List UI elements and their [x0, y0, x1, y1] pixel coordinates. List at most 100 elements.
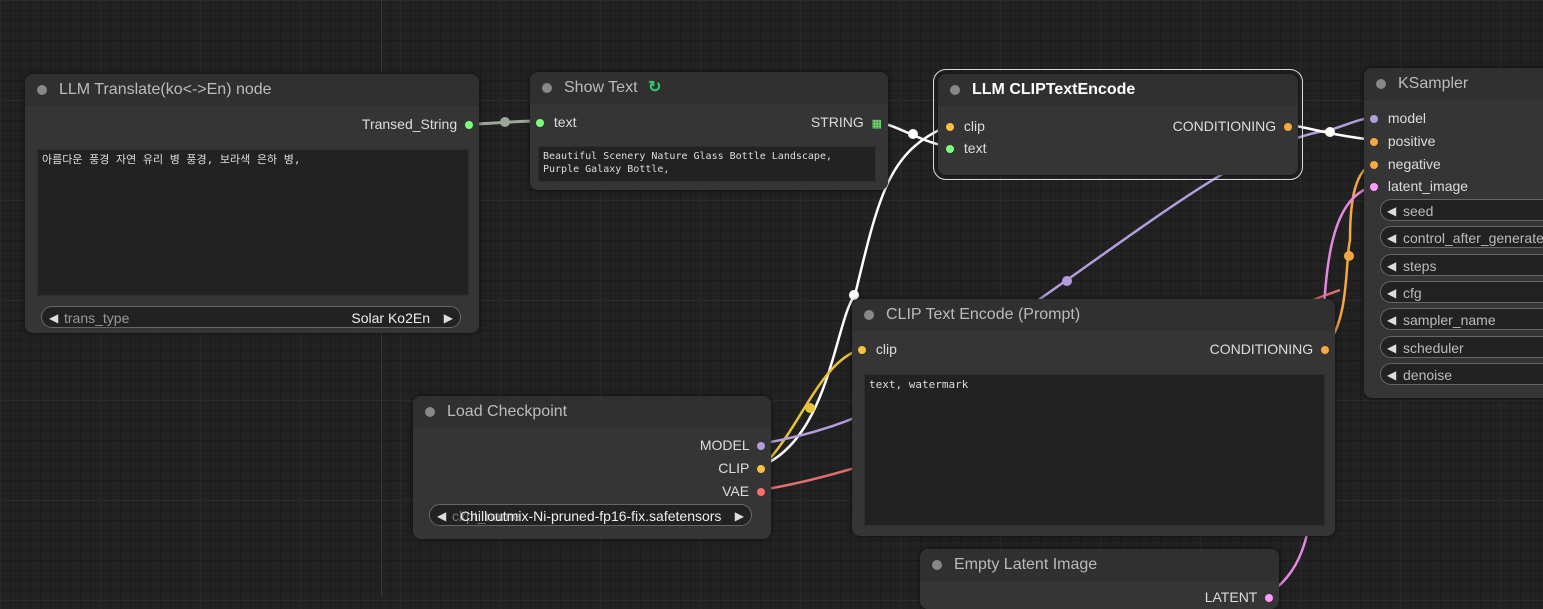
combo-value: Chilloutmix-Ni-pruned-fp16-fix.safetenso…	[460, 508, 722, 524]
llm-cliptextencode-node[interactable]: LLM CLIPTextEncode clip text CONDITIONIN…	[933, 69, 1303, 180]
node-title-bar[interactable]: Empty Latent Image	[920, 549, 1279, 581]
widget-label: seed	[1403, 203, 1434, 219]
trans-type-combo[interactable]: ◀ trans_type Solar Ko2En ▶	[41, 306, 461, 328]
output-slot-vae[interactable]: VAE	[722, 483, 765, 499]
input-slot-negative[interactable]: negative	[1370, 156, 1441, 172]
clip-text-encode-prompt-node[interactable]: CLIP Text Encode (Prompt) clip CONDITION…	[852, 299, 1335, 536]
text-input-area[interactable]: 아름다운 풍경 자연 유리 병 풍경, 보라색 은하 병,	[37, 149, 469, 296]
slot-dot-icon[interactable]	[757, 465, 765, 474]
input-slot-model[interactable]: model	[1370, 110, 1426, 126]
widget-denoise[interactable]: ◀ denoise	[1380, 363, 1543, 385]
input-slot-text[interactable]: text	[946, 140, 986, 156]
slot-dot-icon[interactable]	[1370, 138, 1378, 147]
slot-dot-icon[interactable]	[465, 121, 473, 130]
collapse-dot-icon[interactable]	[37, 85, 47, 95]
wire-midpoint	[500, 117, 510, 127]
widget-seed[interactable]: ◀ seed	[1380, 199, 1543, 221]
left-arrow-icon[interactable]: ◀	[1387, 282, 1396, 304]
collapse-dot-icon[interactable]	[950, 85, 960, 95]
combo-right-arrow-icon[interactable]: ▶	[444, 307, 453, 329]
slot-label: STRING	[810, 114, 864, 130]
slot-label: negative	[1387, 156, 1441, 172]
slot-dot-icon[interactable]	[1370, 115, 1378, 124]
input-slot-latent-image[interactable]: latent_image	[1370, 178, 1468, 194]
combo-right-arrow-icon[interactable]: ▶	[735, 505, 744, 527]
combo-left-arrow-icon[interactable]: ◀	[49, 307, 58, 329]
node-title: Load Checkpoint	[447, 403, 568, 420]
slot-dot-icon[interactable]	[1370, 161, 1378, 170]
left-arrow-icon[interactable]: ◀	[1387, 337, 1396, 359]
slot-dot-icon[interactable]	[536, 119, 544, 128]
slot-dot-icon[interactable]	[1265, 594, 1273, 603]
output-slot-model[interactable]: MODEL	[700, 437, 765, 453]
node-title-bar[interactable]: LLM CLIPTextEncode	[938, 74, 1298, 106]
slot-label: clip	[875, 341, 897, 357]
ksampler-node[interactable]: KSampler model positive negative latent_…	[1364, 68, 1543, 398]
widget-label: denoise	[1403, 367, 1453, 383]
wire-midpoint	[1062, 276, 1072, 286]
output-slot-string[interactable]: STRING ▦	[811, 114, 882, 130]
grid-icon[interactable]: ▦	[872, 118, 882, 130]
node-title-bar[interactable]: Show Text ↻	[530, 72, 888, 104]
left-arrow-icon[interactable]: ◀	[1387, 255, 1396, 277]
slot-label: CONDITIONING	[1172, 118, 1277, 134]
link-icon: ↻	[647, 79, 662, 96]
node-title-bar[interactable]: CLIP Text Encode (Prompt)	[852, 299, 1335, 331]
widget-control-after-generate[interactable]: ◀ control_after_generate	[1380, 226, 1543, 248]
prompt-text-area[interactable]: text, watermark	[864, 374, 1325, 526]
output-slot-clip[interactable]: CLIP	[718, 460, 765, 476]
wire-conditioning-positive	[1285, 122, 1375, 142]
node-title-bar[interactable]: KSampler	[1364, 68, 1543, 100]
output-slot-conditioning[interactable]: CONDITIONING	[1173, 118, 1292, 134]
slot-label: VAE	[722, 483, 750, 499]
slot-label: latent_image	[1387, 178, 1469, 194]
output-slot-latent[interactable]: LATENT	[1205, 589, 1273, 605]
input-slot-positive[interactable]: positive	[1370, 133, 1435, 149]
slot-dot-icon[interactable]	[1284, 123, 1292, 132]
widget-label: cfg	[1403, 285, 1422, 301]
wire-clip-yellow	[761, 347, 863, 468]
slot-dot-icon[interactable]	[1321, 346, 1329, 355]
collapse-dot-icon[interactable]	[542, 83, 552, 93]
widget-sampler-name[interactable]: ◀ sampler_name	[1380, 308, 1543, 330]
widget-scheduler[interactable]: ◀ scheduler	[1380, 336, 1543, 358]
slot-dot-icon[interactable]	[757, 488, 765, 497]
node-title-bar[interactable]: LLM Translate(ko<->En) node	[25, 74, 479, 106]
output-slot-transed-string[interactable]: Transed_String	[362, 116, 473, 132]
widget-steps[interactable]: ◀ steps	[1380, 254, 1543, 276]
left-arrow-icon[interactable]: ◀	[1387, 364, 1396, 386]
left-arrow-icon[interactable]: ◀	[1387, 227, 1396, 249]
output-slot-conditioning[interactable]: CONDITIONING	[1210, 341, 1329, 357]
ckpt-name-combo[interactable]: ◀ ckpt_name Chilloutmix-Ni-pruned-fp16-f…	[429, 504, 752, 526]
slot-label: positive	[1387, 133, 1436, 149]
slot-label: clip	[963, 118, 985, 134]
show-text-node[interactable]: Show Text ↻ text STRING ▦ Beautiful Scen…	[530, 72, 888, 190]
slot-dot-icon[interactable]	[946, 123, 954, 132]
slot-dot-icon[interactable]	[1370, 183, 1378, 192]
node-title: Show Text	[564, 79, 638, 96]
node-title: LLM Translate(ko<->En) node	[59, 81, 272, 98]
empty-latent-image-node[interactable]: Empty Latent Image LATENT	[920, 549, 1279, 609]
slot-dot-icon[interactable]	[946, 145, 954, 154]
combo-left-arrow-icon[interactable]: ◀	[437, 505, 446, 527]
left-arrow-icon[interactable]: ◀	[1387, 200, 1396, 222]
input-slot-text[interactable]: text	[536, 114, 576, 130]
slot-label: LATENT	[1204, 589, 1258, 605]
node-title: Empty Latent Image	[954, 556, 1098, 573]
input-slot-clip[interactable]: clip	[946, 118, 985, 134]
slot-dot-icon[interactable]	[757, 442, 765, 451]
load-checkpoint-node[interactable]: Load Checkpoint MODEL CLIP VAE ◀ ckpt_na…	[413, 396, 771, 539]
widget-cfg[interactable]: ◀ cfg	[1380, 281, 1543, 303]
collapse-dot-icon[interactable]	[425, 407, 435, 417]
slot-dot-icon[interactable]	[858, 346, 866, 355]
graph-canvas[interactable]: LLM Translate(ko<->En) node Transed_Stri…	[0, 0, 1543, 609]
left-arrow-icon[interactable]: ◀	[1387, 309, 1396, 331]
wire-midpoint	[908, 129, 918, 139]
input-slot-clip[interactable]: clip	[858, 341, 897, 357]
node-title-bar[interactable]: Load Checkpoint	[413, 396, 771, 428]
llm-translate-node[interactable]: LLM Translate(ko<->En) node Transed_Stri…	[25, 74, 479, 333]
collapse-dot-icon[interactable]	[1376, 79, 1386, 89]
collapse-dot-icon[interactable]	[864, 310, 874, 320]
collapse-dot-icon[interactable]	[932, 560, 942, 570]
wire-midpoint	[1325, 127, 1335, 137]
